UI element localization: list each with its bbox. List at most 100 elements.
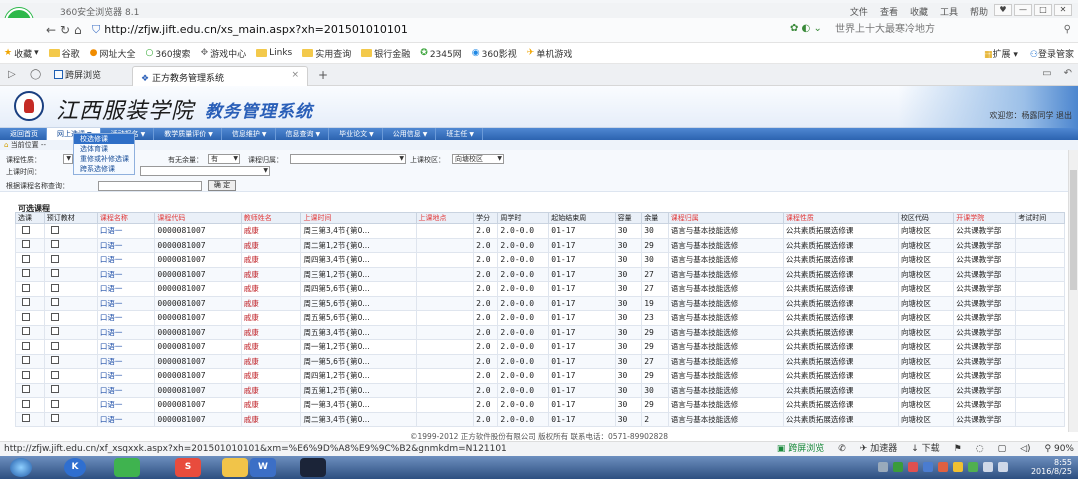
submenu-retake[interactable]: 重修或补修选课	[74, 154, 134, 164]
volume-icon[interactable]	[998, 462, 1008, 472]
search-icon[interactable]: ⚲	[1064, 21, 1071, 39]
extensions-button[interactable]: ▦扩展 ▾	[984, 47, 1018, 60]
search-box[interactable]: 世界上十大最寒冷地方 ⚲	[835, 21, 1073, 39]
menu-tools[interactable]: 工具	[940, 5, 958, 18]
tray-icon[interactable]	[953, 462, 963, 472]
book-checkbox[interactable]	[50, 399, 59, 408]
tray-icon[interactable]	[908, 462, 918, 472]
zoom-level[interactable]: ⚲ 90%	[1045, 442, 1074, 456]
flag-icon[interactable]: ⚑	[954, 442, 962, 456]
book-checkbox[interactable]	[50, 385, 59, 394]
book-checkbox[interactable]	[50, 414, 59, 423]
col-teacher[interactable]: 教师姓名	[240, 212, 302, 224]
start-button[interactable]	[10, 458, 32, 477]
home-icon[interactable]: ⌂	[74, 23, 82, 37]
remaining-select[interactable]: 有	[208, 154, 240, 164]
teacher-link[interactable]: 戚康	[240, 411, 302, 427]
bookmark-game[interactable]: ✥ 游戏中心	[201, 47, 247, 60]
teacher-link[interactable]: 戚康	[240, 324, 302, 340]
menu-info-query[interactable]: 信息查询 ▼	[276, 128, 330, 140]
tray-icon[interactable]	[878, 462, 888, 472]
class-time[interactable]: 周二第3,4节{第0...	[300, 411, 417, 427]
select-checkbox[interactable]	[22, 399, 30, 408]
book-checkbox[interactable]	[50, 240, 59, 249]
undo-icon[interactable]: ↶	[1064, 68, 1072, 79]
security-icon[interactable]: ✿ ◐ ⌄	[790, 23, 822, 34]
book-checkbox[interactable]	[50, 225, 59, 234]
course-name-link[interactable]: 口语一	[96, 295, 156, 311]
cross-screen-status[interactable]: ▣ 跨屏浏览	[777, 442, 824, 456]
tray-icon[interactable]	[923, 462, 933, 472]
col-place[interactable]: 上课地点	[415, 212, 475, 224]
clean-icon[interactable]: ✆	[838, 442, 846, 456]
window-icon[interactable]: ▢	[998, 442, 1007, 456]
time-select[interactable]	[140, 166, 270, 176]
course-name-link[interactable]: 口语一	[96, 353, 156, 369]
class-time[interactable]: 周五第3,4节{第0...	[300, 324, 417, 340]
book-checkbox[interactable]	[50, 254, 59, 263]
belong-select[interactable]	[290, 154, 406, 164]
maximize-button[interactable]: □	[1034, 4, 1052, 16]
course-nature-select[interactable]	[63, 154, 73, 164]
address-bar[interactable]: ⛉ http://zfjw.jift.edu.cn/xs_main.aspx?xh…	[92, 21, 782, 39]
select-checkbox[interactable]	[22, 370, 30, 379]
book-checkbox[interactable]	[50, 283, 59, 292]
course-name-link[interactable]: 口语一	[96, 411, 156, 427]
book-checkbox[interactable]	[50, 298, 59, 307]
menu-favorites[interactable]: 收藏	[910, 5, 928, 18]
tray-icon[interactable]	[968, 462, 978, 472]
ok-button[interactable]: 确 定	[208, 180, 236, 191]
menu-thesis[interactable]: 毕业论文 ▼	[329, 128, 383, 140]
refresh-icon[interactable]: ↻	[60, 23, 70, 37]
k-app-icon[interactable]: K	[64, 458, 86, 477]
tab-list-icon[interactable]: ▭	[1042, 68, 1051, 79]
teacher-link[interactable]: 戚康	[240, 397, 302, 413]
book-checkbox[interactable]	[50, 269, 59, 278]
wps-w-icon[interactable]: W	[250, 458, 276, 477]
col-time[interactable]: 上课时间	[300, 212, 417, 224]
book-checkbox[interactable]	[50, 327, 59, 336]
teacher-link[interactable]: 戚康	[240, 295, 302, 311]
bookmark-hao[interactable]: ● 网址大全	[90, 47, 136, 60]
scroll-thumb[interactable]	[1070, 170, 1077, 290]
close-button[interactable]: ✕	[1054, 4, 1072, 16]
course-name-link[interactable]: 口语一	[96, 266, 156, 282]
menu-help[interactable]: 帮助	[970, 5, 988, 18]
class-time[interactable]: 周五第1,2节{第0...	[300, 382, 417, 398]
select-checkbox[interactable]	[22, 356, 30, 365]
teacher-link[interactable]: 戚康	[240, 223, 302, 239]
bookmark-google[interactable]: 谷歌	[48, 47, 80, 60]
course-name-link[interactable]: 口语一	[96, 382, 156, 398]
bookmark-links[interactable]: Links	[256, 48, 292, 58]
select-checkbox[interactable]	[22, 414, 30, 423]
tray-icon[interactable]	[893, 462, 903, 472]
sidebar-toggle-icon[interactable]: ▷	[8, 69, 16, 80]
download-button[interactable]: ↓ 下载	[911, 442, 939, 456]
teacher-link[interactable]: 戚康	[240, 353, 302, 369]
select-checkbox[interactable]	[22, 298, 30, 307]
campus-select[interactable]: 向塘校区	[452, 154, 504, 164]
select-checkbox[interactable]	[22, 341, 30, 350]
class-time[interactable]: 周四第5,6节{第0...	[300, 281, 417, 297]
select-checkbox[interactable]	[22, 225, 30, 234]
select-checkbox[interactable]	[22, 312, 30, 321]
col-code[interactable]: 课程代码	[154, 212, 242, 224]
vertical-scrollbar[interactable]	[1068, 150, 1078, 432]
course-name-link[interactable]: 口语一	[96, 252, 156, 268]
back-icon[interactable]: ←	[46, 23, 56, 37]
tray-icon[interactable]	[938, 462, 948, 472]
course-name-link[interactable]: 口语一	[96, 368, 156, 384]
class-time[interactable]: 周二第1,2节{第0...	[300, 237, 417, 253]
select-checkbox[interactable]	[22, 254, 30, 263]
app-taskbar-icon[interactable]	[300, 458, 326, 477]
select-checkbox[interactable]	[22, 269, 30, 278]
browser360-taskbar-icon[interactable]	[114, 458, 140, 477]
menu-public-info[interactable]: 公用信息 ▼	[383, 128, 437, 140]
submenu-elective[interactable]: 校选修课	[74, 134, 134, 144]
cross-screen-tab[interactable]: 跨屏浏览	[54, 68, 101, 81]
accelerator-button[interactable]: ✈ 加速器	[860, 442, 897, 456]
class-time[interactable]: 周一第1,2节{第0...	[300, 339, 417, 355]
menu-evaluation[interactable]: 教学质量评价 ▼	[154, 128, 222, 140]
course-name-link[interactable]: 口语一	[96, 237, 156, 253]
book-checkbox[interactable]	[50, 370, 59, 379]
